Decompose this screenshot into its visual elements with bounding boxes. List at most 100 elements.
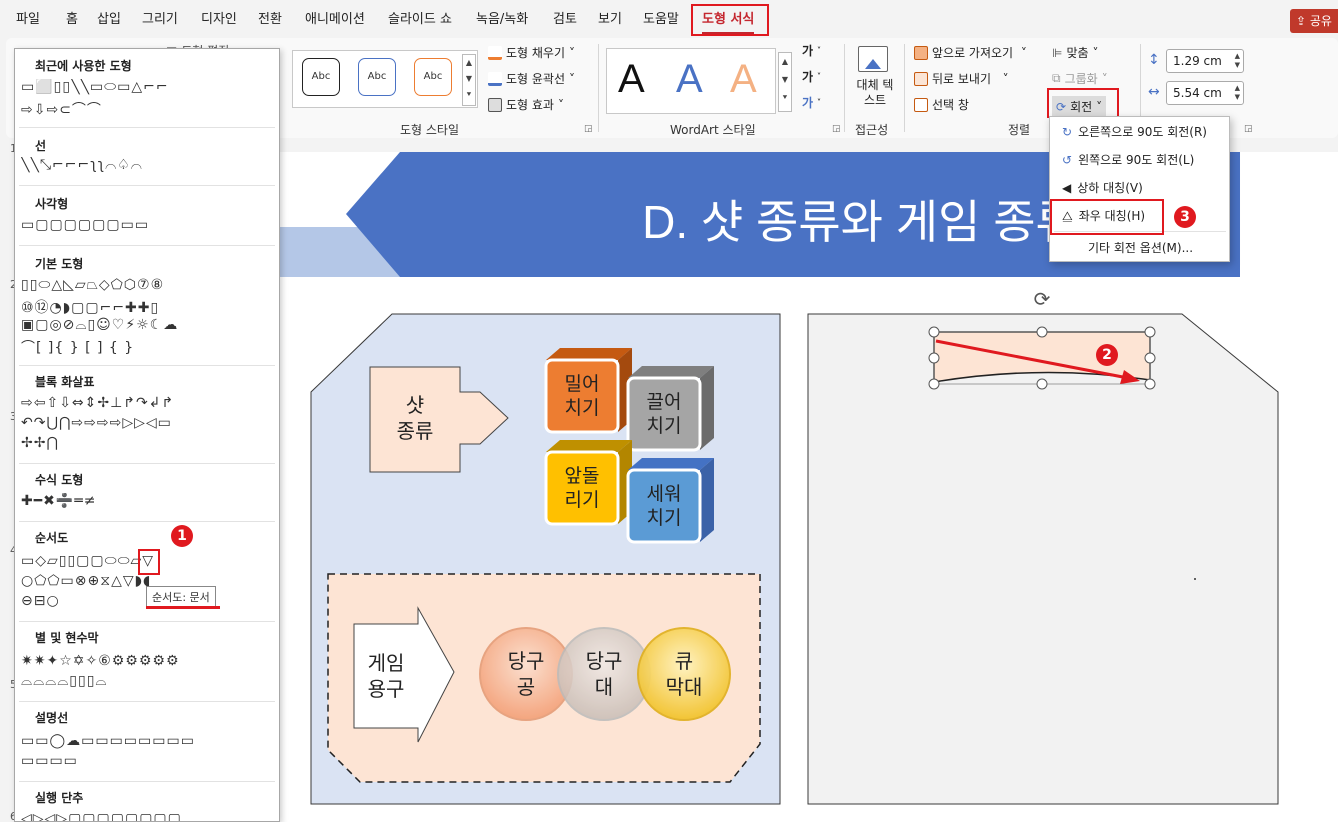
alt-text-icon bbox=[858, 46, 888, 72]
wordart-preset-black[interactable]: A bbox=[618, 56, 645, 102]
shape-row-basic-3[interactable]: ▣▢◎⊘⌓▯☺♡⚡☼☾☁ bbox=[21, 317, 273, 333]
shape-styles-group-label: 도형 스타일 bbox=[400, 123, 460, 137]
group-button[interactable]: ⧉ 그룹화 ˅ bbox=[1052, 70, 1108, 87]
send-backward-label: 뒤로 보내기 bbox=[932, 72, 992, 86]
shape-row-basic-4[interactable]: ⌒[ ]{ } [ ] { } bbox=[21, 337, 273, 357]
shape-row-basic-1[interactable]: ▯▯⬭△◺▱⏢◇⬠⬡⑦⑧ bbox=[21, 277, 273, 293]
rotate-right-label: 오른쪽으로 90도 회전(R) bbox=[1078, 125, 1207, 139]
flip-vertical-label: 상하 대칭(V) bbox=[1077, 181, 1143, 195]
menu-item-flip-vertical[interactable]: ◀ 상하 대칭(V) bbox=[1062, 175, 1143, 201]
rotate-button[interactable]: ⟳ 회전 ˅ bbox=[1052, 96, 1107, 117]
circle-cue-label: 큐 막대 bbox=[665, 649, 703, 699]
height-spinner-icon[interactable]: ▲ ▼ bbox=[1235, 52, 1240, 70]
shape-style-preset-1[interactable]: Abc bbox=[302, 58, 340, 96]
rotate-label: 회전 bbox=[1070, 100, 1093, 114]
shape-row-callouts-1[interactable]: ▭▭◯☁▭▭▭▭▭▭▭▭ bbox=[21, 733, 273, 749]
tab-review[interactable]: 검토 bbox=[553, 0, 577, 38]
selection-pane-label: 선택 창 bbox=[932, 98, 969, 112]
category-lines: 선 bbox=[35, 139, 47, 153]
width-spinner-icon[interactable]: ▲ ▼ bbox=[1235, 84, 1240, 102]
shape-row-lines[interactable]: ╲╲⤡⌐⌐⌐ʅʅ⌒♤⌒ bbox=[21, 157, 273, 173]
shape-row-recent-1[interactable]: ▭⬜▯▯╲╲▭⬭▭△⌐⌐ bbox=[21, 79, 273, 95]
tab-transitions[interactable]: 전환 bbox=[258, 0, 282, 38]
text-outline-button[interactable]: 가 ˅ bbox=[802, 68, 821, 85]
shape-effects-button[interactable]: 도형 효과 ˅ bbox=[488, 96, 564, 113]
category-recent: 최근에 사용한 도형 bbox=[35, 59, 132, 73]
menu-item-flip-horizontal[interactable]: ⧋ 좌우 대칭(H) bbox=[1062, 203, 1145, 229]
selection-pane-icon bbox=[914, 97, 928, 112]
menu-item-more-rotation[interactable]: 기타 회전 옵션(M)... bbox=[1088, 235, 1193, 261]
shape-height-value: 1.29 cm bbox=[1173, 54, 1222, 68]
divider bbox=[598, 44, 599, 132]
wordart-launcher-icon[interactable]: ◲ bbox=[832, 124, 841, 134]
shape-style-preset-3[interactable]: Abc bbox=[414, 58, 452, 96]
flip-horizontal-label: 좌우 대칭(H) bbox=[1078, 209, 1146, 223]
effects-icon bbox=[488, 97, 502, 112]
shape-row-stars-1[interactable]: ✷✷✦☆✡✧⑥⚙⚙⚙⚙⚙ bbox=[21, 653, 273, 669]
tab-help[interactable]: 도움말 bbox=[643, 0, 679, 38]
tab-view[interactable]: 보기 bbox=[598, 0, 622, 38]
wordart-preset-blue[interactable]: A bbox=[676, 56, 703, 102]
menu-item-rotate-left[interactable]: ↺ 왼쪽으로 90도 회전(L) bbox=[1062, 147, 1194, 173]
cube-draw-label: 끌어 치기 bbox=[646, 391, 682, 437]
shape-row-flowchart-1[interactable]: ▭◇▱▯▯▢▢⬭⬭▱▽ bbox=[21, 553, 273, 569]
menu-item-rotate-right[interactable]: ↻ 오른쪽으로 90도 회전(R) bbox=[1062, 119, 1207, 145]
pen-icon bbox=[488, 71, 502, 86]
divider bbox=[1054, 231, 1226, 232]
tab-insert[interactable]: 삽입 bbox=[97, 0, 121, 38]
shape-row-action-buttons[interactable]: ◁▷◁▷▢▢▢▢▢▢▢▢ bbox=[21, 811, 273, 821]
shape-styles-launcher-icon[interactable]: ◲ bbox=[584, 124, 593, 134]
shape-fill-button[interactable]: 도형 채우기 ˅ bbox=[488, 44, 575, 61]
text-fill-button[interactable]: 가 ˅ bbox=[802, 42, 821, 59]
tab-animations[interactable]: 애니메이션 bbox=[305, 0, 365, 38]
shape-outline-button[interactable]: 도형 윤곽선 ˅ bbox=[488, 70, 575, 87]
shape-row-callouts-2[interactable]: ▭▭▭▭ bbox=[21, 753, 273, 769]
rotate-left-label: 왼쪽으로 90도 회전(L) bbox=[1078, 153, 1195, 167]
rotate-dropdown-menu: ↻ 오른쪽으로 90도 회전(R) ↺ 왼쪽으로 90도 회전(L) ◀ 상하 대칭(… bbox=[1049, 116, 1230, 262]
shape-row-arrows-1[interactable]: ⇨⇦⇧⇩⇔⇕✢⊥↱↷↲↱ bbox=[21, 395, 273, 411]
align-button[interactable]: ⊫ 맞춤 ˅ bbox=[1052, 44, 1099, 61]
align-icon: ⊫ bbox=[1052, 45, 1063, 60]
shape-tooltip: 순서도: 문서 bbox=[146, 586, 216, 608]
bring-forward-label: 앞으로 가져오기 bbox=[932, 46, 1014, 60]
selection-pane-button[interactable]: 선택 창 bbox=[914, 96, 969, 113]
share-label: 공유 bbox=[1309, 14, 1332, 28]
bring-forward-button[interactable]: 앞으로 가져오기 ˅ bbox=[914, 44, 1027, 61]
align-label: 맞춤 bbox=[1066, 46, 1089, 60]
flip-vertical-icon: ◀ bbox=[1062, 181, 1072, 195]
shape-row-rectangles[interactable]: ▭▢▢▢▢▢▢▭▭ bbox=[21, 217, 273, 233]
rotation-handle-icon[interactable]: ⟳ bbox=[1034, 287, 1051, 311]
tab-record[interactable]: 녹음/녹화 bbox=[476, 0, 528, 38]
send-backward-button[interactable]: 뒤로 보내기 ˅ bbox=[914, 70, 1009, 87]
alt-text-button[interactable]: 대체 텍스트 bbox=[852, 78, 898, 108]
cube-push-label: 밀어 치기 bbox=[564, 373, 600, 419]
shape-row-recent-2[interactable]: ⇨⇩⇨⊂⌒⌒ bbox=[21, 99, 273, 119]
tab-shape-format[interactable]: 도형 서식 bbox=[702, 0, 755, 38]
tab-home[interactable]: 홈 bbox=[66, 0, 78, 38]
shape-style-preset-2[interactable]: Abc bbox=[358, 58, 396, 96]
tab-draw[interactable]: 그리기 bbox=[142, 0, 178, 38]
shape-row-arrows-2[interactable]: ↶↷⋃⋂⇨⇨⇨⇨▷▷◁▭ bbox=[21, 415, 273, 431]
wordart-preset-orange[interactable]: A bbox=[730, 56, 757, 102]
shape-row-stars-2[interactable]: ⌓⌓⌓⌓▯▯▯⌓ bbox=[21, 673, 273, 689]
shot-type-label: 샷 종류 bbox=[396, 393, 434, 443]
shape-width-input[interactable]: 5.54 cm ▲ ▼ bbox=[1166, 81, 1244, 105]
tab-file[interactable]: 파일 bbox=[16, 0, 40, 38]
tab-design[interactable]: 디자인 bbox=[201, 0, 237, 38]
share-button[interactable]: ⇪ 공유 bbox=[1290, 9, 1338, 33]
arrange-group-label: 정렬 bbox=[1008, 123, 1031, 137]
shape-style-scroll[interactable]: ▲ ▼ ⯆ bbox=[462, 54, 476, 106]
group-icon: ⧉ bbox=[1052, 71, 1061, 85]
cube-stand-label: 세워 치기 bbox=[646, 483, 682, 529]
size-launcher-icon[interactable]: ◲ bbox=[1244, 124, 1253, 134]
tab-slideshow[interactable]: 슬라이드 쇼 bbox=[388, 0, 452, 38]
text-effects-button[interactable]: 가 ˅ bbox=[802, 94, 821, 111]
shape-height-input[interactable]: 1.29 cm ▲ ▼ bbox=[1166, 49, 1244, 73]
more-rotation-label: 기타 회전 옵션(M)... bbox=[1088, 241, 1194, 255]
divider bbox=[19, 365, 275, 366]
shape-row-basic-2[interactable]: ⑩⑫◔◗▢▢⌐⌐✚✚▯ bbox=[21, 297, 273, 317]
shape-row-arrows-3[interactable]: ✢✢⋂ bbox=[21, 435, 273, 451]
shape-row-equation[interactable]: ✚━✖➗═≠ bbox=[21, 493, 273, 509]
wordart-scroll[interactable]: ▲ ▼ ⯆ bbox=[778, 52, 792, 112]
send-backward-icon bbox=[914, 71, 928, 86]
